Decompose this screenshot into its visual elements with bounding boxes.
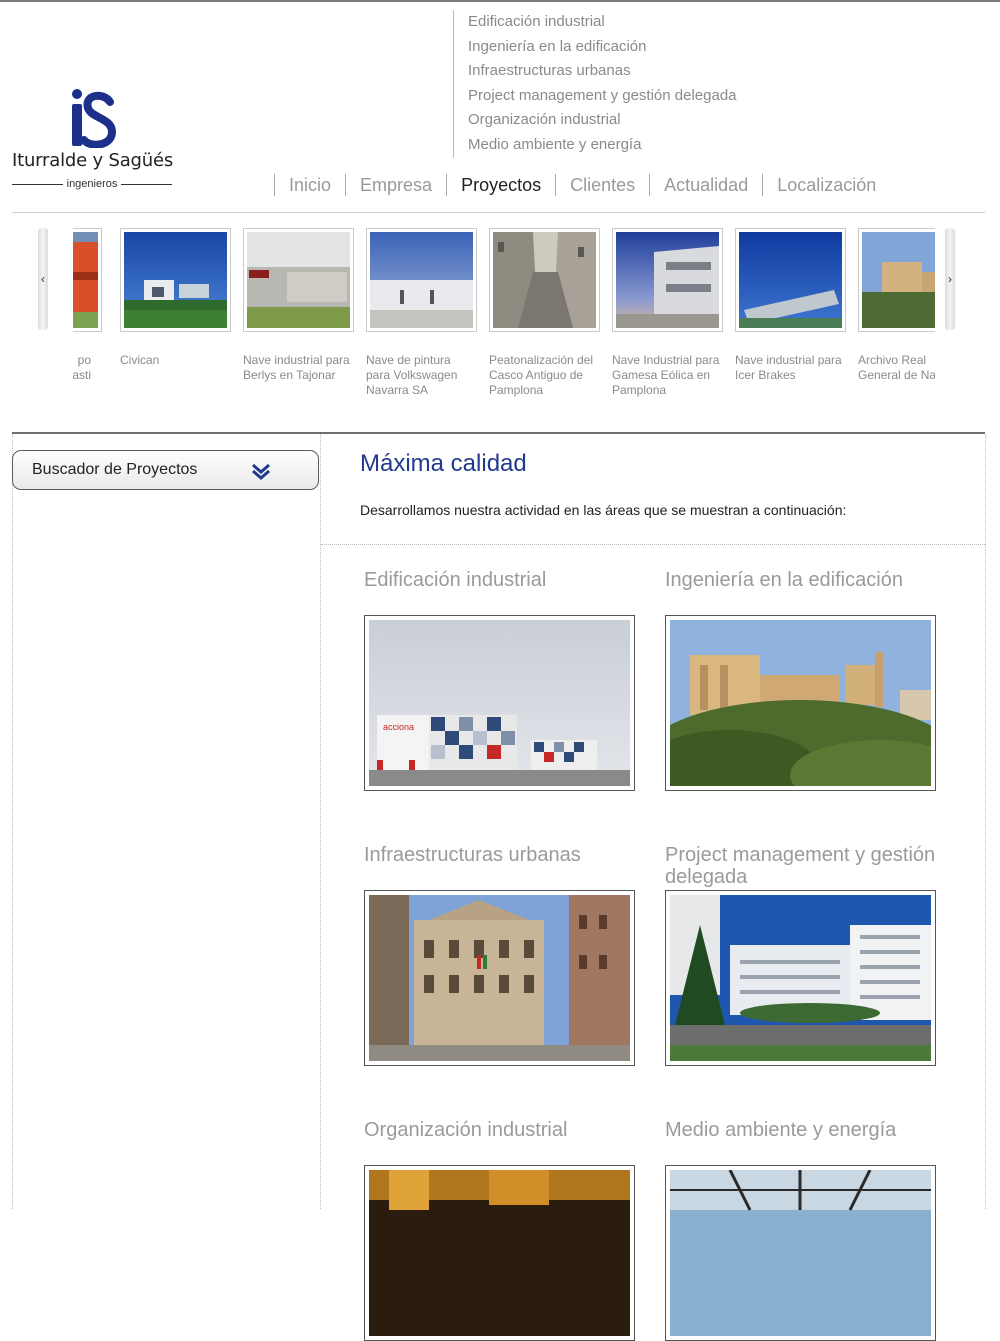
area-title[interactable]: Ingeniería en la edificación — [665, 569, 936, 615]
area-card-infraestructuras-urbanas: Infraestructuras urbanas — [364, 844, 635, 1066]
carousel-item-gamesa[interactable]: Nave Industrial para Gamesa Eólica en Pa… — [612, 228, 723, 398]
main-column-border — [320, 434, 321, 1209]
area-image — [640, 620, 970, 820]
area-image — [670, 1169, 931, 1336]
carousel-next-button[interactable]: › — [945, 228, 955, 330]
header-divider — [12, 212, 985, 213]
carousel-thumbnail-frame — [858, 228, 935, 332]
carousel-caption: Nave industrial para Icer Brakes — [735, 353, 842, 382]
carousel-thumbnail-frame — [120, 228, 231, 332]
submenu-item-organizacion-industrial[interactable]: Organización industrial — [468, 108, 737, 133]
carousel-caption: Archivo Real General de Navarra — [858, 353, 935, 382]
area-card-medio-ambiente: Medio ambiente y energía — [665, 1119, 936, 1341]
submenu-item-edificacion-industrial[interactable]: Edificación industrial — [468, 10, 737, 35]
carousel-thumbnail-frame — [735, 228, 846, 332]
project-search-label: Buscador de Proyectos — [32, 461, 198, 478]
acciona-sign: acciona — [383, 722, 414, 732]
right-column-border — [985, 434, 986, 1209]
carousel-caption: Nave de pintura para Volkswagen Navarra … — [366, 353, 458, 397]
area-image — [369, 1170, 630, 1336]
intro-text: Desarrollamos nuestra actividad en las á… — [360, 502, 847, 518]
nav-item-clientes[interactable]: Clientes — [556, 173, 649, 197]
page-title: Máxima calidad — [360, 450, 527, 477]
carousel-item-icer-brakes[interactable]: Nave industrial para Icer Brakes — [735, 228, 846, 383]
carousel-thumbnail-frame — [243, 228, 354, 332]
carousel-caption: Civican — [120, 353, 160, 367]
area-image-link[interactable] — [364, 890, 635, 1066]
area-title[interactable]: Medio ambiente y energía — [665, 1119, 936, 1165]
double-chevron-down-icon — [252, 463, 270, 480]
carousel-thumbnail — [493, 232, 596, 328]
logo-subtitle: ingenieros — [12, 178, 173, 190]
carousel-thumbnail-frame — [489, 228, 600, 332]
area-title[interactable]: Project management y gestión delegada — [665, 844, 936, 890]
company-logo[interactable]: Iturralde y Sagüés ingenieros — [10, 88, 175, 196]
carousel-thumbnail — [73, 232, 98, 328]
carousel-caption: pouasti — [73, 353, 91, 382]
area-image — [369, 895, 630, 1061]
projects-carousel: pouasti Civican Nave industrial para Ber… — [73, 228, 935, 418]
area-image-link[interactable] — [364, 1165, 635, 1341]
submenu-item-infraestructuras-urbanas[interactable]: Infraestructuras urbanas — [468, 59, 737, 84]
carousel-thumbnail — [616, 232, 719, 328]
carousel-item-volkswagen[interactable]: Nave de pintura para Volkswagen Navarra … — [366, 228, 477, 398]
carousel-thumbnail — [739, 232, 842, 328]
carousel-item-casco-antiguo[interactable]: Peatonalización del Casco Antiguo de Pam… — [489, 228, 600, 398]
carousel-caption: Nave Industrial para Gamesa Eólica en Pa… — [612, 353, 720, 397]
area-title[interactable]: Organización industrial — [364, 1119, 635, 1165]
logo-subtitle-text: ingenieros — [66, 178, 118, 190]
area-image-link[interactable]: acciona — [364, 615, 635, 791]
carousel-thumbnail — [247, 232, 350, 328]
area-title[interactable]: Edificación industrial — [364, 569, 635, 615]
carousel-thumbnail — [370, 232, 473, 328]
area-card-project-management: Project management y gestión delegada — [665, 844, 936, 1066]
nav-item-empresa[interactable]: Empresa — [346, 173, 446, 197]
area-image-link[interactable] — [640, 615, 970, 820]
carousel-caption: Peatonalización del Casco Antiguo de Pam… — [489, 353, 594, 397]
submenu-item-ingenieria-edificacion[interactable]: Ingeniería en la edificación — [468, 35, 737, 60]
main-navigation: Inicio Empresa Proyectos Clientes Actual… — [274, 173, 890, 197]
area-card-organizacion-industrial: Organización industrial — [364, 1119, 635, 1341]
area-image — [670, 895, 931, 1061]
carousel-item-berlys[interactable]: Nave industrial para Berlys en Tajonar — [243, 228, 354, 383]
submenu-item-project-management[interactable]: Project management y gestión delegada — [468, 84, 737, 109]
logo-mark-icon — [72, 89, 117, 148]
left-column-border — [12, 434, 13, 1209]
nav-item-proyectos[interactable]: Proyectos — [447, 173, 555, 197]
area-image: acciona — [369, 620, 630, 786]
areas-submenu: Edificación industrial Ingeniería en la … — [453, 10, 737, 158]
carousel-thumbnail-frame — [73, 228, 102, 332]
carousel-thumbnail — [862, 232, 935, 328]
top-border — [0, 0, 1000, 2]
area-card-edificacion-industrial: Edificación industrial acciona — [364, 569, 635, 791]
area-image-link[interactable] — [665, 1165, 936, 1341]
carousel-thumbnail-frame — [612, 228, 723, 332]
content-divider — [12, 432, 985, 434]
area-title[interactable]: Infraestructuras urbanas — [364, 844, 635, 890]
carousel-caption: Nave industrial para Berlys en Tajonar — [243, 353, 350, 382]
intro-divider — [321, 544, 985, 545]
nav-item-inicio[interactable]: Inicio — [275, 173, 345, 197]
carousel-item-archivo-real[interactable]: Archivo Real General de Navarra — [858, 228, 935, 383]
submenu-item-medio-ambiente[interactable]: Medio ambiente y energía — [468, 133, 737, 158]
area-image-link[interactable] — [665, 890, 936, 1066]
carousel-thumbnail — [124, 232, 227, 328]
carousel-item-civican[interactable]: Civican — [120, 228, 231, 368]
nav-item-actualidad[interactable]: Actualidad — [650, 173, 762, 197]
carousel-item[interactable]: pouasti — [73, 228, 102, 383]
chevron-left-icon: ‹ — [41, 272, 45, 286]
nav-item-localizacion[interactable]: Localización — [763, 173, 890, 197]
carousel-prev-button[interactable]: ‹ — [38, 228, 48, 330]
carousel-thumbnail-frame — [366, 228, 477, 332]
chevron-right-icon: › — [948, 272, 952, 286]
area-card-ingenieria-edificacion: Ingeniería en la edificación — [640, 569, 970, 820]
logo-company-name: Iturralde y Sagüés — [12, 150, 174, 171]
project-search-toggle[interactable]: Buscador de Proyectos — [12, 450, 319, 490]
